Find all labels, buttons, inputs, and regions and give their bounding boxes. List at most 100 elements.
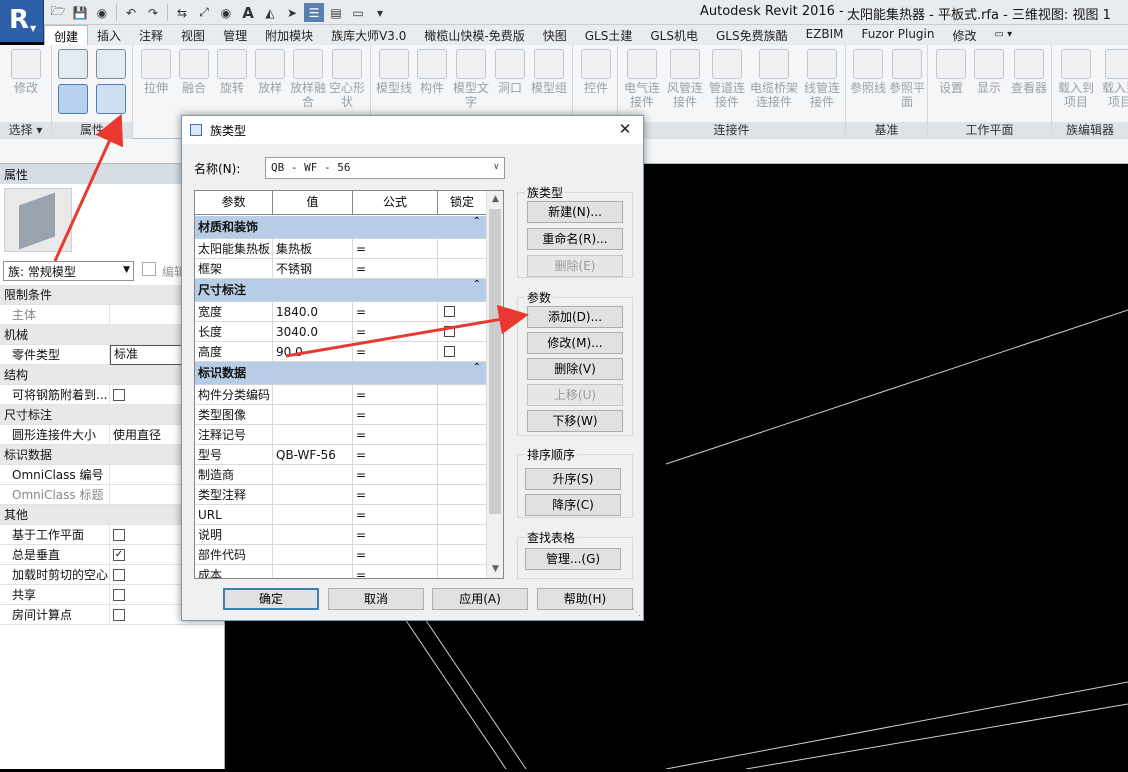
load-into-project-close-button[interactable]: 载入到项目	[1098, 49, 1128, 109]
parameter-group-header[interactable]: 尺寸标注 ⌃	[195, 279, 487, 302]
parameter-lock[interactable]	[438, 342, 487, 362]
parameter-row[interactable]: 长度 3040.0 =	[195, 322, 487, 342]
pipe-connector-button[interactable]: 管道连接件	[706, 49, 748, 109]
duct-connector-button[interactable]: 风管连接件	[664, 49, 706, 109]
lock-checkbox[interactable]	[444, 306, 455, 317]
tab-ezbim[interactable]: EZBIM	[797, 25, 853, 45]
ok-button[interactable]: 确定	[223, 588, 319, 610]
swept-blend-button[interactable]: 放样融合	[289, 49, 327, 109]
tab-addins[interactable]: 附加模块	[256, 25, 322, 45]
parameter-formula[interactable]: =	[353, 342, 438, 362]
apply-button[interactable]: 应用(A)	[432, 588, 528, 610]
parameter-value[interactable]	[273, 525, 353, 545]
parameter-formula[interactable]: =	[353, 322, 438, 342]
sync-icon[interactable]: ◉	[92, 3, 112, 22]
column-header-parameter[interactable]: 参数	[195, 191, 273, 215]
family-category-button[interactable]	[56, 49, 90, 81]
modify-parameter-button[interactable]: 修改(M)...	[527, 332, 623, 354]
undo-icon[interactable]: ↶	[121, 3, 141, 22]
scroll-down-icon[interactable]: ▼	[487, 561, 503, 578]
thin-lines-icon[interactable]: ☰	[304, 3, 324, 22]
column-header-formula[interactable]: 公式	[353, 191, 438, 215]
scroll-up-icon[interactable]: ▲	[487, 191, 503, 208]
lock-checkbox[interactable]	[444, 346, 455, 357]
parameter-row[interactable]: 框架 不锈钢 =	[195, 259, 487, 279]
parameter-lock[interactable]	[438, 302, 487, 322]
type-properties-button[interactable]	[94, 84, 128, 116]
parameter-value[interactable]	[273, 505, 353, 525]
manage-lookup-tables-button[interactable]: 管理...(G)	[525, 548, 621, 570]
type-name-dropdown[interactable]: QB - WF - 56 ∨	[265, 157, 505, 179]
delete-parameter-button[interactable]: 删除(V)	[527, 358, 623, 380]
parameter-formula[interactable]: =	[353, 445, 438, 465]
collapse-icon[interactable]: ⌃	[473, 216, 481, 227]
checkmark-icon[interactable]: ✓	[113, 548, 125, 561]
parameter-row[interactable]: 部件代码 =	[195, 545, 487, 565]
tab-annotate[interactable]: 注释	[130, 25, 172, 45]
tab-manage[interactable]: 管理	[214, 25, 256, 45]
parameter-lock[interactable]	[438, 322, 487, 342]
parameter-row[interactable]: 型号 QB-WF-56 =	[195, 445, 487, 465]
parameter-formula[interactable]: =	[353, 505, 438, 525]
parameter-value[interactable]: 1840.0	[273, 302, 353, 322]
redo-icon[interactable]: ↷	[143, 3, 163, 22]
parameter-row[interactable]: URL =	[195, 505, 487, 525]
parameter-row[interactable]: 太阳能集热板 集热板 =	[195, 239, 487, 259]
resize-grip-icon[interactable]: ⋱	[632, 608, 641, 618]
control-button[interactable]: 控件	[577, 49, 615, 95]
tab-gls-mep[interactable]: GLS机电	[641, 25, 707, 45]
open-icon[interactable]: 🗁	[48, 3, 68, 22]
parameter-row[interactable]: 成本 =	[195, 565, 487, 578]
parameter-row[interactable]: 类型注释 =	[195, 485, 487, 505]
tab-gls-civil[interactable]: GLS土建	[576, 25, 642, 45]
lock-checkbox[interactable]	[444, 326, 455, 337]
model-group-button[interactable]: 模型组	[529, 49, 569, 95]
blend-button[interactable]: 融合	[175, 49, 213, 95]
close-hidden-icon[interactable]: ▤	[326, 3, 346, 22]
parameter-row[interactable]: 说明 =	[195, 525, 487, 545]
scrollbar-thumb[interactable]	[489, 209, 501, 514]
tab-insert[interactable]: 插入	[88, 25, 130, 45]
add-parameter-button[interactable]: 添加(D)...	[527, 306, 623, 328]
dialog-title-bar[interactable]: 族类型 ✕	[182, 116, 643, 144]
electrical-connector-button[interactable]: 电气连接件	[620, 49, 664, 109]
void-forms-button[interactable]: 空心形状	[327, 49, 367, 109]
parameter-formula[interactable]: =	[353, 485, 438, 505]
family-type-selector[interactable]: 族: 常规模型 ▼	[3, 261, 134, 281]
sweep-button[interactable]: 放样	[251, 49, 289, 95]
parameter-formula[interactable]: =	[353, 385, 438, 405]
tab-gls-family[interactable]: GLS免费族酷	[707, 25, 797, 45]
application-menu-button[interactable]: R ▼	[0, 0, 44, 42]
tab-family-library[interactable]: 族库大师V3.0	[322, 25, 415, 45]
workplane-viewer-button[interactable]: 查看器	[1008, 49, 1050, 95]
parameter-formula[interactable]: =	[353, 565, 438, 578]
parameter-value[interactable]	[273, 465, 353, 485]
parameter-formula[interactable]: =	[353, 239, 438, 259]
component-button[interactable]: 构件	[413, 49, 451, 95]
parameter-value[interactable]: 不锈钢	[273, 259, 353, 279]
show-workplane-button[interactable]: 显示	[970, 49, 1008, 95]
parameter-value[interactable]	[273, 385, 353, 405]
parameter-formula[interactable]: =	[353, 302, 438, 322]
reference-line-button[interactable]: 参照线	[848, 49, 888, 95]
checkbox-empty-icon[interactable]	[113, 568, 125, 581]
checkbox-empty-icon[interactable]	[113, 528, 125, 541]
switch-windows-icon[interactable]: ▭	[348, 3, 368, 22]
ribbon-minimize-button[interactable]: ▭ ▾	[986, 25, 1022, 45]
column-header-lock[interactable]: 锁定	[438, 191, 487, 215]
tab-create[interactable]: 创建	[44, 25, 89, 45]
parameter-formula[interactable]: =	[353, 545, 438, 565]
new-type-button[interactable]: 新建(N)...	[527, 201, 623, 223]
parameter-value[interactable]	[273, 565, 353, 578]
parameter-value[interactable]: 3040.0	[273, 322, 353, 342]
tab-view[interactable]: 视图	[172, 25, 214, 45]
parameter-value[interactable]	[273, 405, 353, 425]
parameter-formula[interactable]: =	[353, 425, 438, 445]
family-types-button[interactable]	[94, 49, 128, 81]
tab-modify[interactable]: 修改	[944, 25, 986, 45]
column-header-value[interactable]: 值	[273, 191, 353, 215]
parameter-formula[interactable]: =	[353, 465, 438, 485]
customize-qat-icon[interactable]: ▾	[370, 3, 390, 22]
grid-scrollbar[interactable]: ▲ ▼	[486, 191, 503, 578]
checkbox-empty-icon[interactable]	[113, 388, 125, 401]
